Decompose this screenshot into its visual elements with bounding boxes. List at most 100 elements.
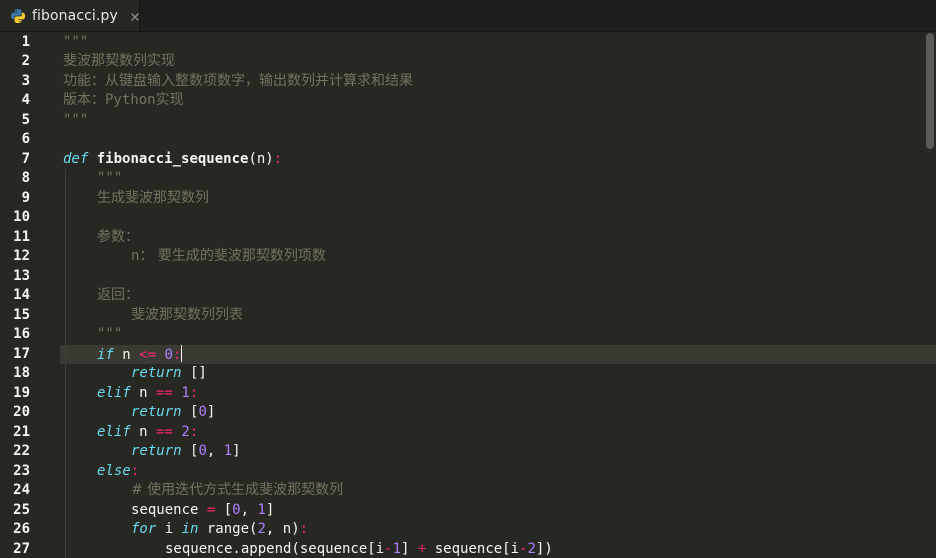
line-number-gutter: 1 2 3 4 5 6 7 8 9 10 11 12 13 14 15 16 17 18 19 20 21 22 23 24 2… — [0, 32, 60, 558]
line-number: 27 — [13, 540, 30, 557]
code-line[interactable]: 参数： — [97, 228, 139, 248]
code-token: [ — [181, 443, 199, 459]
code-line[interactable]: """ — [97, 325, 122, 345]
code-token: [ — [215, 501, 233, 518]
code-line[interactable]: """ — [97, 169, 122, 189]
line-number: 23 — [13, 462, 30, 479]
code-line[interactable]: elif n == 1: — [97, 384, 198, 404]
code-token: (n) — [248, 150, 274, 167]
code-line[interactable]: """ — [63, 111, 88, 131]
code-line[interactable]: return [0] — [131, 403, 215, 423]
code-token: : — [130, 462, 140, 479]
code-token: 斐波那契数列列表 — [131, 306, 243, 323]
code-token: return — [131, 365, 182, 381]
line-number: 9 — [21, 189, 30, 206]
code-line[interactable]: else: — [97, 462, 139, 482]
code-token: - — [384, 540, 393, 557]
code-line[interactable]: elif n == 2: — [97, 423, 198, 443]
code-token: """ — [97, 170, 123, 186]
line-number: 5 — [21, 111, 30, 128]
code-token: 0 — [198, 443, 207, 459]
code-token: 1 — [392, 540, 402, 557]
code-token: : — [299, 521, 309, 537]
code-line[interactable]: sequence.append(sequence[i-1] + sequence… — [165, 540, 553, 558]
code-line[interactable]: 返回： — [97, 286, 139, 306]
code-token: 1 — [181, 384, 190, 401]
line-number: 8 — [21, 170, 30, 186]
line-number: 11 — [13, 228, 30, 245]
line-number: 16 — [13, 326, 30, 342]
line-number: 2 — [21, 53, 30, 69]
code-line[interactable]: if n <= 0: — [97, 344, 183, 365]
code-line[interactable]: """ — [63, 33, 88, 53]
code-line[interactable]: n： 要生成的斐波那契数列项数 — [131, 247, 326, 267]
code-token: ： 要生成的斐波那契数列项数 — [139, 248, 326, 264]
code-editor: fibonacci.py 1 2 3 4 5 6 7 8 9 10 11 12 13 14 15 16 17 18… — [0, 0, 936, 558]
line-number: 24 — [13, 482, 30, 498]
line-number: 25 — [13, 501, 30, 518]
line-number: 1 — [21, 33, 30, 50]
code-line[interactable]: 斐波那契数列实现 — [63, 52, 175, 72]
code-token: Python — [105, 92, 156, 108]
line-number: 20 — [13, 404, 30, 420]
code-token: <= — [139, 346, 157, 363]
code-token: ] — [232, 443, 241, 459]
tab-label: fibonacci.py — [32, 7, 118, 24]
code-token: range( — [198, 521, 258, 537]
code-token: 参数： — [97, 228, 139, 245]
line-number: 6 — [21, 131, 30, 147]
code-token: elif — [97, 423, 131, 440]
line-number: 3 — [21, 72, 30, 89]
code-token: ]) — [535, 540, 553, 557]
code-token: for — [131, 521, 157, 537]
code-token: return — [131, 404, 182, 420]
code-token: """ — [63, 33, 89, 50]
code-line[interactable]: # 使用迭代方式生成斐波那契数列 — [131, 481, 343, 501]
code-line[interactable]: def fibonacci_sequence(n): — [63, 150, 282, 170]
code-token: 2 — [257, 521, 266, 537]
text-cursor — [181, 344, 183, 362]
close-icon[interactable] — [128, 9, 142, 23]
code-line[interactable]: return [] — [131, 364, 207, 384]
editor-body[interactable]: 1 2 3 4 5 6 7 8 9 10 11 12 13 14 15 16 17 18 19 20 21 22 23 24 2… — [0, 32, 936, 558]
code-line[interactable]: 生成斐波那契数列 — [97, 189, 209, 209]
code-token: 2 — [181, 423, 190, 440]
code-token: return — [131, 443, 182, 459]
code-token: : — [172, 346, 182, 363]
code-token: 0 — [232, 501, 241, 518]
code-token: , — [240, 501, 258, 518]
code-token: 生成斐波那契数列 — [97, 189, 209, 206]
indent-guide — [65, 169, 66, 558]
tab-fibonacci-py[interactable]: fibonacci.py — [0, 0, 140, 31]
code-token: [] — [181, 365, 207, 381]
code-line[interactable]: 版本：Python实现 — [63, 91, 184, 111]
line-number: 26 — [13, 521, 30, 537]
line-number: 22 — [13, 443, 30, 459]
code-token: """ — [97, 326, 123, 342]
vertical-scrollbar[interactable] — [926, 33, 934, 149]
code-token: : — [273, 150, 283, 167]
line-number: 15 — [13, 306, 30, 323]
code-token: elif — [97, 384, 131, 401]
code-token: in — [181, 521, 199, 537]
code-line[interactable]: 功能：从键盘输入整数项数字，输出数列并计算求和结果 — [63, 72, 413, 92]
code-token: sequence[i — [426, 540, 520, 557]
line-number: 21 — [13, 423, 30, 440]
code-token: 版本： — [63, 92, 105, 108]
code-line[interactable]: sequence = [0, 1] — [131, 501, 274, 521]
code-token: ] — [206, 404, 216, 420]
code-token: , — [206, 443, 224, 459]
code-line[interactable]: for i in range(2, n): — [131, 520, 308, 540]
code-token: n — [113, 346, 140, 363]
line-number: 7 — [21, 150, 30, 167]
line-number: 10 — [13, 209, 30, 225]
code-line[interactable]: 斐波那契数列列表 — [131, 306, 243, 326]
code-area[interactable]: """ 斐波那契数列实现 功能：从键盘输入整数项数字，输出数列并计算求和结果 版本：P… — [60, 32, 926, 558]
line-number: 18 — [13, 365, 30, 381]
code-line[interactable]: return [0, 1] — [131, 442, 241, 462]
code-token: def — [63, 150, 89, 167]
line-number: 17 — [13, 345, 30, 362]
code-token: sequence.append(sequence[i — [165, 540, 385, 557]
line-number: 12 — [13, 248, 30, 264]
